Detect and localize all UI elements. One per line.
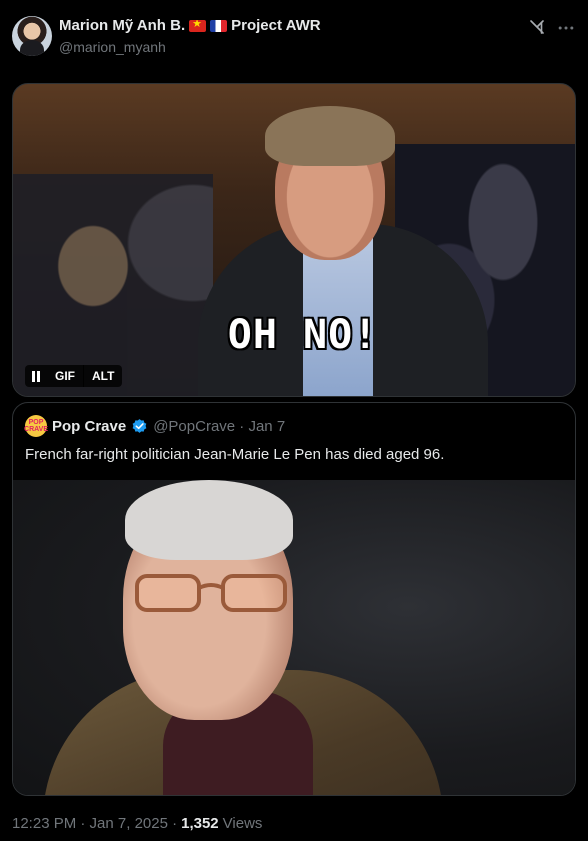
pause-icon xyxy=(32,370,40,382)
more-icon[interactable] xyxy=(556,18,576,38)
gif-controls: GIF ALT xyxy=(25,365,123,387)
pause-button[interactable] xyxy=(25,365,47,387)
quoted-tweet-photo[interactable] xyxy=(13,480,575,795)
author-name[interactable]: Marion Mỹ Anh B. xyxy=(59,17,185,34)
tweet-meta: 12:23 PM · Jan 7, 2025 · 1,352 Views xyxy=(12,815,262,832)
views-count: 1,352 xyxy=(181,815,219,832)
vietnam-flag-icon xyxy=(189,19,207,32)
grok-icon[interactable] xyxy=(528,18,546,36)
gif-media[interactable]: OH NO! GIF ALT xyxy=(12,83,576,397)
gif-caption: OH NO! xyxy=(227,312,379,358)
gif-audience-left xyxy=(13,174,213,396)
views-label: Views xyxy=(222,815,263,832)
author-name-row[interactable]: Marion Mỹ Anh B. Project AWR xyxy=(59,17,321,34)
tweet-timestamp[interactable]: 12:23 PM · Jan 7, 2025 · xyxy=(12,815,177,832)
quoted-author-handle-time[interactable]: @PopCrave · Jan 7 xyxy=(153,418,285,435)
france-flag-icon xyxy=(210,19,228,32)
quoted-author-avatar[interactable]: POP CRAVE xyxy=(24,415,48,437)
quoted-author-name[interactable]: Pop Crave xyxy=(52,418,126,435)
quoted-tweet-text: French far-right politician Jean-Marie L… xyxy=(25,446,445,463)
gif-badge: GIF xyxy=(55,369,75,383)
gif-person-hair xyxy=(265,106,395,166)
author-name-suffix[interactable]: Project AWR xyxy=(231,17,320,34)
photo-person-glasses xyxy=(135,574,287,612)
quoted-tweet-header: POP CRAVE Pop Crave @PopCrave · Jan 7 xyxy=(24,415,285,437)
author-avatar[interactable] xyxy=(12,16,52,56)
verified-badge-icon xyxy=(132,418,147,433)
author-handle[interactable]: @marion_myanh xyxy=(59,39,166,55)
tweet-header: Marion Mỹ Anh B. Project AWR @marion_mya… xyxy=(12,14,576,60)
quoted-tweet[interactable]: POP CRAVE Pop Crave @PopCrave · Jan 7 Fr… xyxy=(12,402,576,796)
photo-person-hair xyxy=(125,480,293,560)
alt-button[interactable]: ALT xyxy=(84,369,122,383)
